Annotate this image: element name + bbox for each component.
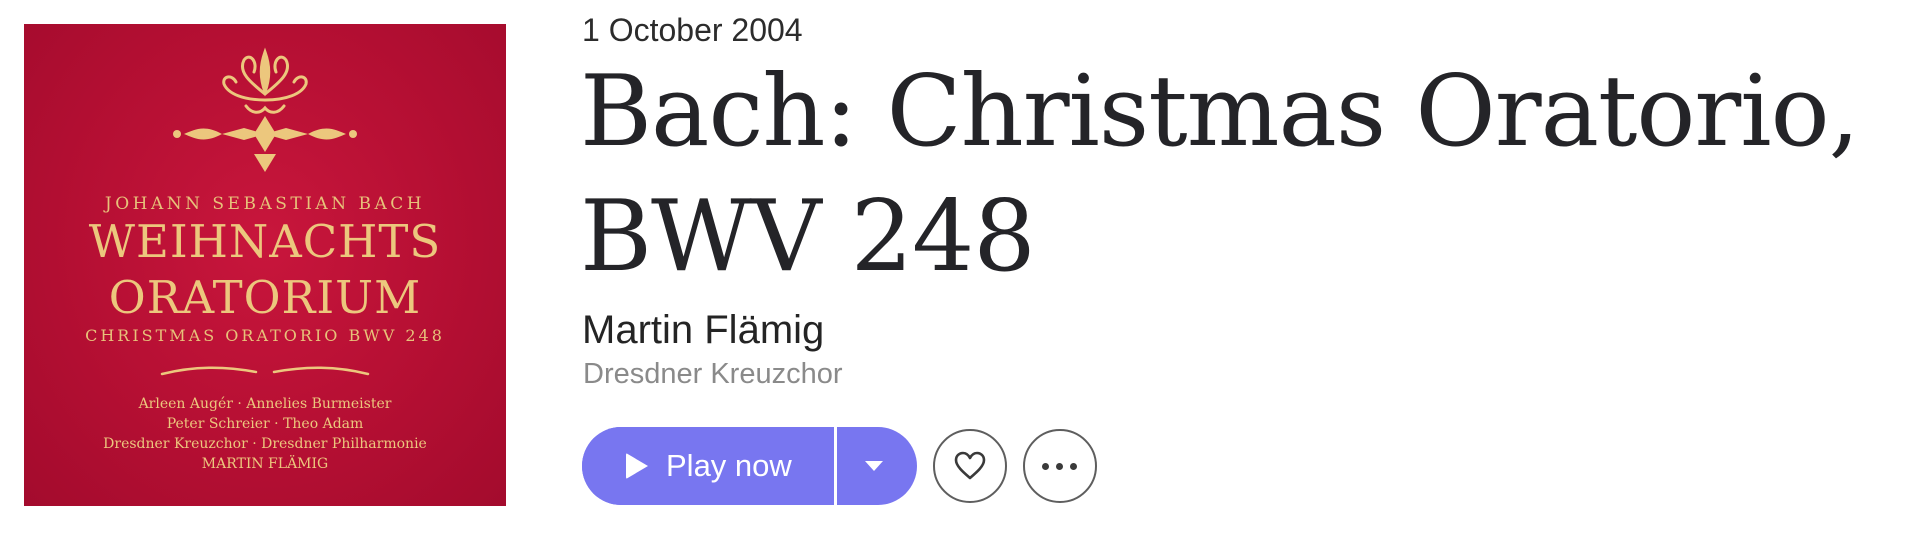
album-title: Bach: Christmas Oratorio, BWV 248 xyxy=(580,55,1860,294)
ensemble-link[interactable]: Dresdner Kreuzchor xyxy=(583,358,843,391)
album-cover[interactable]: JOHANN SEBASTIAN BACH WEIHNACHTS ORATORI… xyxy=(24,24,506,506)
play-icon xyxy=(626,453,648,479)
artist-link[interactable]: Martin Flämig xyxy=(582,308,824,353)
favorite-button[interactable] xyxy=(932,429,1007,503)
cover-performers: Arleen Augér · Annelies Burmeister Peter… xyxy=(24,394,506,474)
release-date: 1 October 2004 xyxy=(582,12,803,48)
cover-performer-line: Arleen Augér · Annelies Burmeister xyxy=(138,396,392,412)
action-bar: Play now xyxy=(582,427,1097,505)
cover-performer-line: Peter Schreier · Theo Adam xyxy=(166,416,364,432)
play-options-dropdown[interactable] xyxy=(837,427,917,505)
cover-title: WEIHNACHTS ORATORIUM xyxy=(24,214,506,326)
cover-title-line1: WEIHNACHTS xyxy=(88,215,442,268)
cover-performer-line: Dresdner Kreuzchor · Dresdner Philharmon… xyxy=(103,436,427,452)
chevron-down-icon xyxy=(864,461,883,471)
swash-icon xyxy=(160,366,370,376)
play-split-button: Play now xyxy=(582,427,917,505)
cover-subtitle: CHRISTMAS ORATORIO BWV 248 xyxy=(85,326,445,345)
more-options-button[interactable] xyxy=(1022,429,1097,503)
ornament-icon xyxy=(173,47,357,172)
cover-title-line2: ORATORIUM xyxy=(108,271,422,324)
play-now-label: Play now xyxy=(666,448,792,483)
play-now-button[interactable]: Play now xyxy=(582,427,834,505)
more-options-icon xyxy=(1042,462,1078,470)
heart-icon xyxy=(954,451,986,480)
cover-performer-line: MARTIN FLÄMIG xyxy=(201,456,329,472)
cover-composer: JOHANN SEBASTIAN BACH xyxy=(104,194,426,214)
